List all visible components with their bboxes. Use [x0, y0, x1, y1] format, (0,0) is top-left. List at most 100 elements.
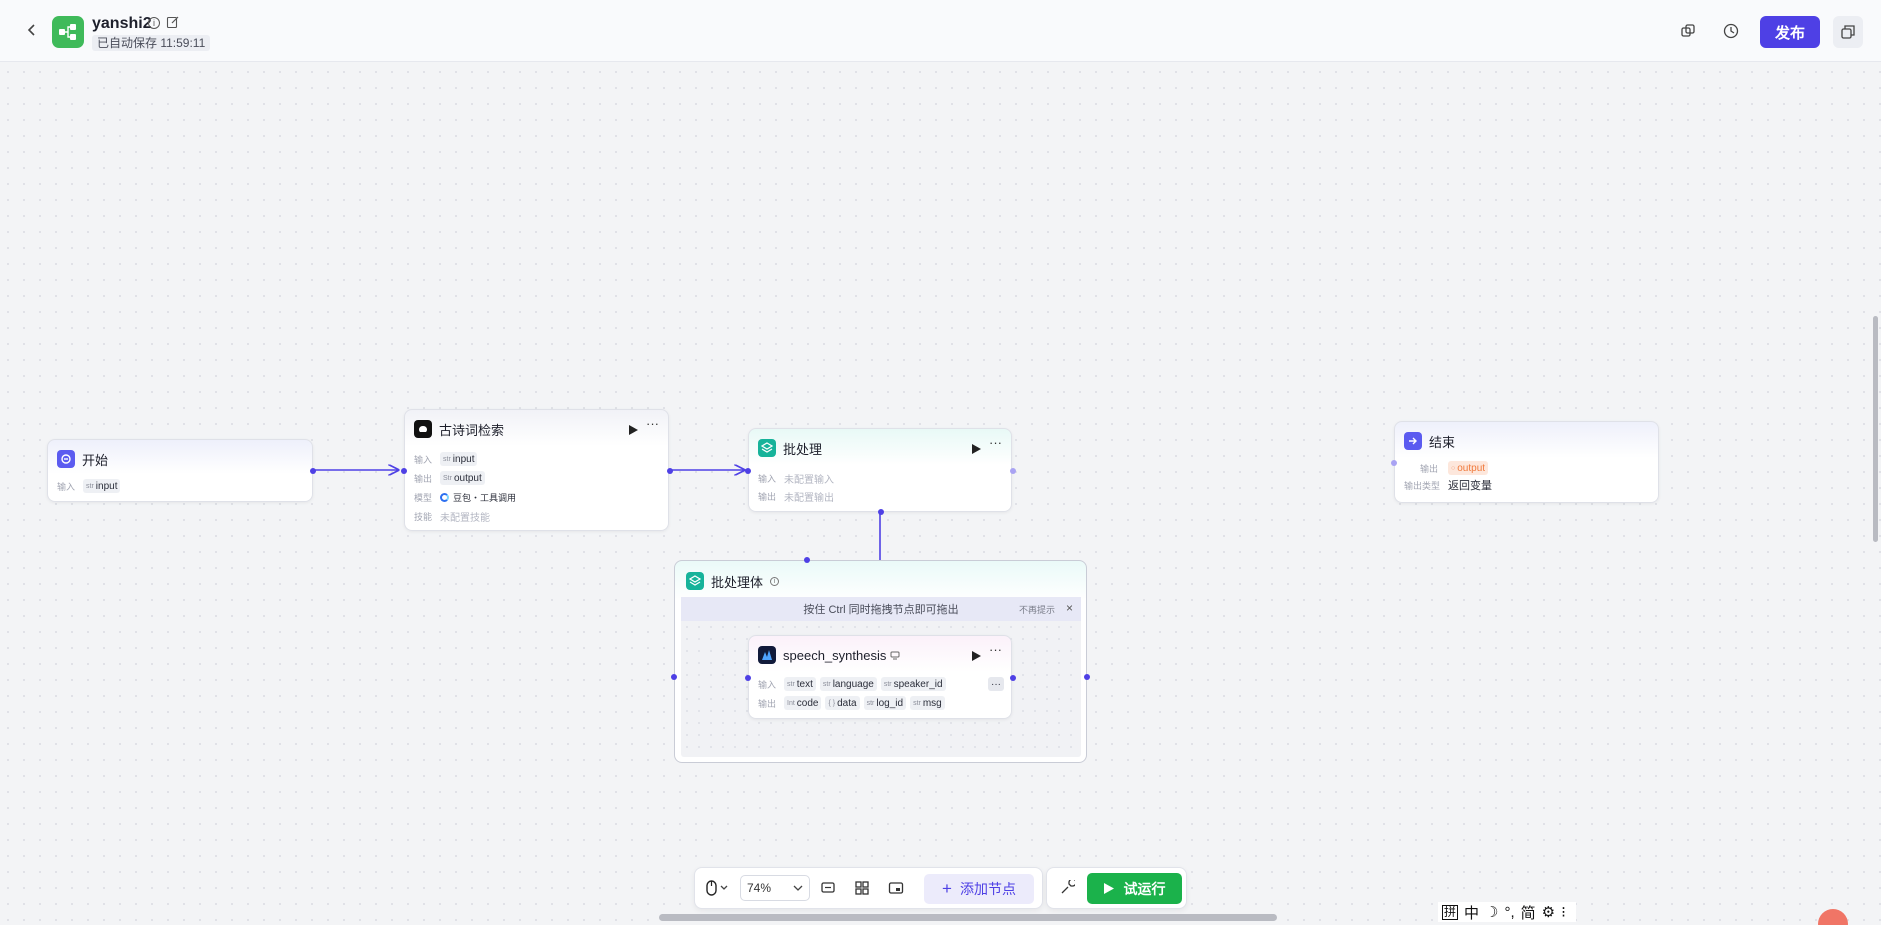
zoom-select[interactable]: 74%: [740, 875, 810, 901]
batch-node[interactable]: 批处理 ··· 输入 未配置输入 输出 未配置输出: [745, 428, 1016, 515]
back-arrow-icon[interactable]: [22, 20, 42, 42]
drag-hint-bar: 按住 Ctrl 同时拖拽节点即可拖出 不再提示 ×: [681, 597, 1081, 621]
add-node-button[interactable]: + 添加节点: [924, 874, 1034, 904]
output-label: 输出: [758, 491, 777, 502]
end-node-title: 结束: [1429, 434, 1456, 450]
end-output-row: 输出 ○ output: [1404, 460, 1492, 476]
output-port[interactable]: [310, 468, 316, 474]
ime-simplified[interactable]: 简: [1521, 902, 1536, 923]
variable-tag: Int code: [784, 696, 822, 710]
mouse-mode-icon[interactable]: [705, 880, 731, 896]
more-icon[interactable]: ···: [989, 643, 1002, 656]
output-port[interactable]: [1084, 674, 1090, 680]
assistant-avatar[interactable]: [1818, 909, 1848, 925]
start-input-row: 输入 str input: [57, 478, 124, 494]
speech-synthesis-node[interactable]: speech_synthesis ··· 输入 str text str langu…: [745, 635, 1016, 719]
variable-name: text: [796, 678, 813, 690]
variable-tag: str msg: [910, 696, 945, 710]
type-label: str: [883, 680, 892, 688]
doubao-icon: [440, 492, 449, 502]
variable-name: log_id: [876, 697, 904, 709]
minimap-icon[interactable]: [888, 880, 904, 896]
speech-node-title: speech_synthesis: [783, 647, 887, 663]
variable-name: speaker_id: [893, 678, 943, 690]
comment-icon[interactable]: [820, 880, 836, 896]
variable-name: msg: [922, 697, 942, 709]
info-icon[interactable]: i: [148, 17, 160, 29]
more-inputs-icon[interactable]: ···: [988, 677, 1004, 691]
type-label: Int: [787, 699, 795, 707]
batch-icon: [686, 572, 704, 590]
type-label: { }: [828, 699, 836, 707]
close-icon[interactable]: ×: [1066, 601, 1073, 615]
type-label: Str: [443, 474, 452, 482]
ime-moon-icon[interactable]: ☽: [1485, 903, 1498, 921]
top-header: yanshi2 i 已自动保存 11:59:11 发布: [0, 0, 1881, 62]
type-label: str: [913, 699, 921, 707]
horizontal-scrollbar[interactable]: [659, 914, 1277, 921]
vertical-scrollbar[interactable]: [1873, 316, 1878, 542]
ime-status-bar: 拼 中 ☽ °, 简 ⚙ ⁝: [1438, 902, 1576, 922]
input-value: 未配置输入: [784, 474, 834, 486]
edit-icon[interactable]: [166, 15, 180, 29]
batch-body-port[interactable]: [878, 509, 884, 515]
input-label: 输入: [758, 679, 777, 690]
end-node[interactable]: 结束 输出 ○ output 输出类型 返回变量: [1391, 421, 1659, 503]
publish-button[interactable]: 发布: [1760, 16, 1820, 48]
poetry-output-row: 输出 Str output: [414, 470, 489, 486]
output-port[interactable]: [1010, 675, 1016, 681]
zoom-value: 74%: [747, 881, 772, 895]
variable-tag: str input: [83, 479, 121, 493]
poetry-input-row: 输入 str input: [414, 451, 481, 467]
more-icon[interactable]: ···: [989, 436, 1002, 449]
poetry-node-title: 古诗词检索: [439, 422, 505, 438]
input-port[interactable]: [745, 468, 751, 474]
badge-icon: [890, 651, 900, 660]
input-port[interactable]: [745, 675, 751, 681]
ime-chinese-mode[interactable]: 中: [1464, 902, 1479, 923]
type-label: str: [443, 455, 451, 463]
start-node[interactable]: 开始 输入 str input: [47, 439, 316, 502]
run-icon[interactable]: [629, 425, 638, 435]
trial-run-button[interactable]: 试运行: [1087, 873, 1182, 904]
ime-settings-icon[interactable]: ⚙: [1542, 903, 1555, 921]
run-icon[interactable]: [972, 444, 981, 454]
skill-label: 技能: [414, 511, 433, 522]
variable-name: data: [837, 697, 857, 709]
batch-body-top-port[interactable]: [804, 557, 810, 563]
dont-show-again-link[interactable]: 不再提示: [1019, 603, 1055, 616]
history-icon[interactable]: [1722, 22, 1740, 40]
workflow-app-icon: [52, 16, 84, 48]
canvas-toolbar: 74% + 添加节点: [694, 867, 1043, 909]
more-icon[interactable]: ···: [646, 417, 659, 430]
info-icon[interactable]: i: [770, 576, 780, 586]
output-label: 输出: [758, 698, 777, 709]
input-port[interactable]: [1391, 460, 1397, 466]
run-toolbar: 试运行: [1046, 867, 1187, 909]
drag-hint-text: 按住 Ctrl 同时拖拽节点即可拖出: [803, 604, 959, 616]
autosave-status: 已自动保存 11:59:11: [92, 35, 211, 51]
copy-icon[interactable]: [1679, 22, 1697, 40]
batch-body-header: 批处理体 i: [686, 571, 780, 591]
run-icon[interactable]: [972, 651, 981, 661]
batch-node-title: 批处理: [783, 441, 823, 457]
poetry-search-node[interactable]: 古诗词检索 ··· 输入 str input 输出 Str output 模型 豆包…: [401, 409, 673, 531]
start-node-header: 开始: [57, 449, 108, 469]
output-label: 输出: [414, 473, 433, 484]
output-port[interactable]: [1010, 468, 1016, 474]
end-node-header: 结束: [1404, 431, 1455, 451]
debug-wrench-icon[interactable]: [1059, 878, 1077, 896]
output-port[interactable]: [667, 468, 673, 474]
duplicate-icon[interactable]: [1833, 16, 1863, 48]
input-port[interactable]: [401, 468, 407, 474]
variable-tag: { } data: [825, 696, 860, 710]
model-label: 模型: [414, 492, 433, 503]
start-node-title: 开始: [82, 452, 109, 468]
ime-pinyin-icon[interactable]: 拼: [1442, 904, 1459, 920]
input-port[interactable]: [671, 674, 677, 680]
ime-punctuation[interactable]: °,: [1504, 904, 1514, 921]
variable-tag: str speaker_id: [880, 677, 946, 691]
ime-more-icon[interactable]: ⁝: [1561, 903, 1566, 921]
layout-icon[interactable]: [854, 880, 870, 896]
chevron-down-icon: [793, 885, 803, 891]
